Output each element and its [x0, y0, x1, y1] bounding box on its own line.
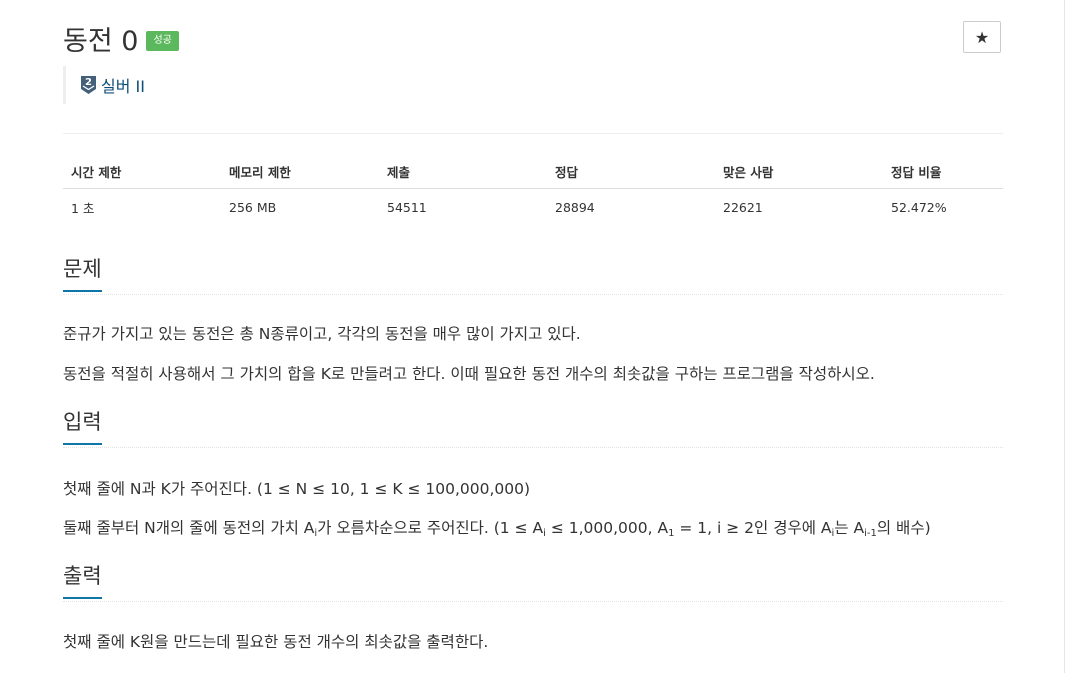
description-paragraph-1: 준규가 가지고 있는 동전은 총 N종류이고, 각각의 동전을 매우 많이 가지… [63, 325, 581, 343]
info-value-accept-ratio: 52.472% [891, 199, 947, 215]
problem-info-table: 시간 제한 메모리 제한 제출 정답 맞은 사람 정답 비율 1 초 256 M… [63, 154, 1003, 225]
info-value-solved-users: 22621 [723, 199, 763, 215]
description-paragraph-2: 동전을 적절히 사용해서 그 가치의 합을 K로 만들려고 한다. 이때 필요한… [63, 365, 875, 383]
info-header-submissions: 제출 [379, 154, 547, 189]
input-text: 는 A [834, 519, 865, 537]
info-header-row: 시간 제한 메모리 제한 제출 정답 맞은 사람 정답 비율 [63, 154, 1003, 189]
input-text: 의 배수) [876, 519, 931, 537]
info-header-solved-users: 맞은 사람 [715, 154, 883, 189]
star-icon: ★ [974, 27, 990, 47]
input-paragraph-2: 둘째 줄부터 N개의 줄에 동전의 가치 Ai가 오름차순으로 주어진다. (1… [63, 516, 931, 539]
result-badge: 성공 [146, 31, 179, 51]
favorite-star-button[interactable]: ★ [963, 21, 1001, 53]
info-header-time-limit: 시간 제한 [63, 154, 221, 189]
input-text: 둘째 줄부터 N개의 줄에 동전의 가치 A [63, 519, 315, 537]
page-right-border [1064, 0, 1065, 673]
info-value-row: 1 초 256 MB 54511 28894 22621 52.472% [63, 189, 1003, 226]
description-section-header: 문제 [63, 256, 1003, 295]
problem-page: 동전 0 성공 ★ 2 실버 II 시간 제한 메모리 제한 제출 정답 맞은 … [0, 0, 1067, 673]
info-header-memory-limit: 메모리 제한 [221, 154, 379, 189]
description-heading: 문제 [63, 256, 102, 292]
info-header-accepted: 정답 [547, 154, 715, 189]
input-section-header: 입력 [63, 409, 1003, 448]
subscript: i-1 [864, 528, 877, 539]
info-value-submissions[interactable]: 54511 [379, 189, 547, 226]
title-row: 동전 0 성공 [63, 20, 179, 57]
output-section-header: 출력 [63, 563, 1003, 602]
info-value-time-limit: 1 초 [71, 200, 95, 216]
problem-title: 동전 0 [63, 25, 139, 57]
input-heading: 입력 [63, 409, 102, 445]
input-text: 가 오름차순으로 주어진다. (1 ≤ A [317, 519, 544, 537]
input-paragraph-1: 첫째 줄에 N과 K가 주어진다. (1 ≤ N ≤ 10, 1 ≤ K ≤ 1… [63, 480, 531, 498]
info-header-accept-ratio: 정답 비율 [883, 154, 1003, 189]
tier-number: 2 [85, 77, 92, 88]
input-text: ≤ 1,000,000, A [545, 519, 669, 537]
info-value-accepted: 28894 [555, 199, 595, 215]
info-value-memory-limit: 256 MB [229, 199, 277, 215]
output-paragraph: 첫째 줄에 K원을 만드는데 필요한 동전 개수의 최솟값을 출력한다. [63, 633, 489, 651]
input-text: = 1, i ≥ 2인 경우에 A [674, 519, 832, 537]
tier-link[interactable]: 실버 II [101, 73, 145, 97]
output-heading: 출력 [63, 563, 102, 599]
silver-tier-icon: 2 [81, 76, 96, 94]
tier-block: 2 실버 II [63, 66, 145, 104]
divider [63, 133, 1003, 134]
